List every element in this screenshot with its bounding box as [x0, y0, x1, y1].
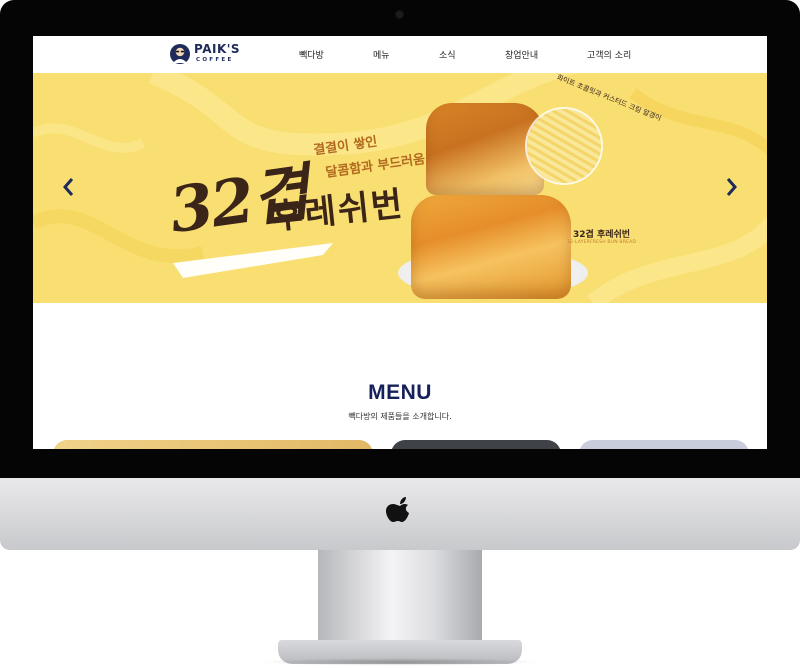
product-name-en: 32-LAYERFRESH BUN BREAD — [567, 240, 637, 245]
logo-subtitle: COFFEE — [196, 57, 234, 63]
logo-name[interactable]: PAIK'S — [194, 43, 240, 56]
bread-closeup-image — [527, 109, 601, 183]
menu-section-title: MENU — [368, 381, 432, 404]
nav-item-customer-voice[interactable]: 고객의 소리 — [587, 48, 631, 61]
paiks-logo-icon[interactable] — [170, 44, 190, 64]
menu-card-3[interactable] — [579, 440, 749, 449]
nav-item-franchise[interactable]: 창업안내 — [505, 48, 538, 61]
hero-banner[interactable]: 결결이 쌓인 달콤함과 부드러움 32겹 후레쉬번 화이트 초콜릿과 커스터드 … — [33, 73, 767, 303]
nav-item-news[interactable]: 소식 — [439, 48, 456, 61]
menu-section-description: 빽다방의 제품들을 소개합니다. — [348, 412, 452, 421]
site-header: PAIK'S COFFEE 빽다방 메뉴 소식 창업안내 고객의 소리 — [33, 36, 767, 73]
next-slide-arrow-icon[interactable] — [723, 177, 739, 197]
stand-shadow — [260, 658, 540, 666]
bread-bottom-image — [411, 195, 571, 299]
monitor-stand — [318, 550, 482, 650]
menu-card-1[interactable] — [53, 440, 373, 449]
product-name: 32겹 후레쉬번 — [573, 230, 631, 240]
nav-item-paikdabang[interactable]: 빽다방 — [299, 48, 324, 61]
prev-slide-arrow-icon[interactable] — [61, 177, 77, 197]
camera-icon — [396, 11, 403, 18]
nav-item-menu[interactable]: 메뉴 — [373, 48, 390, 61]
menu-card-2[interactable] — [391, 440, 561, 449]
apple-logo-icon — [386, 497, 409, 522]
browser-screen: PAIK'S COFFEE 빽다방 메뉴 소식 창업안내 고객의 소리 결결이 … — [33, 36, 767, 449]
